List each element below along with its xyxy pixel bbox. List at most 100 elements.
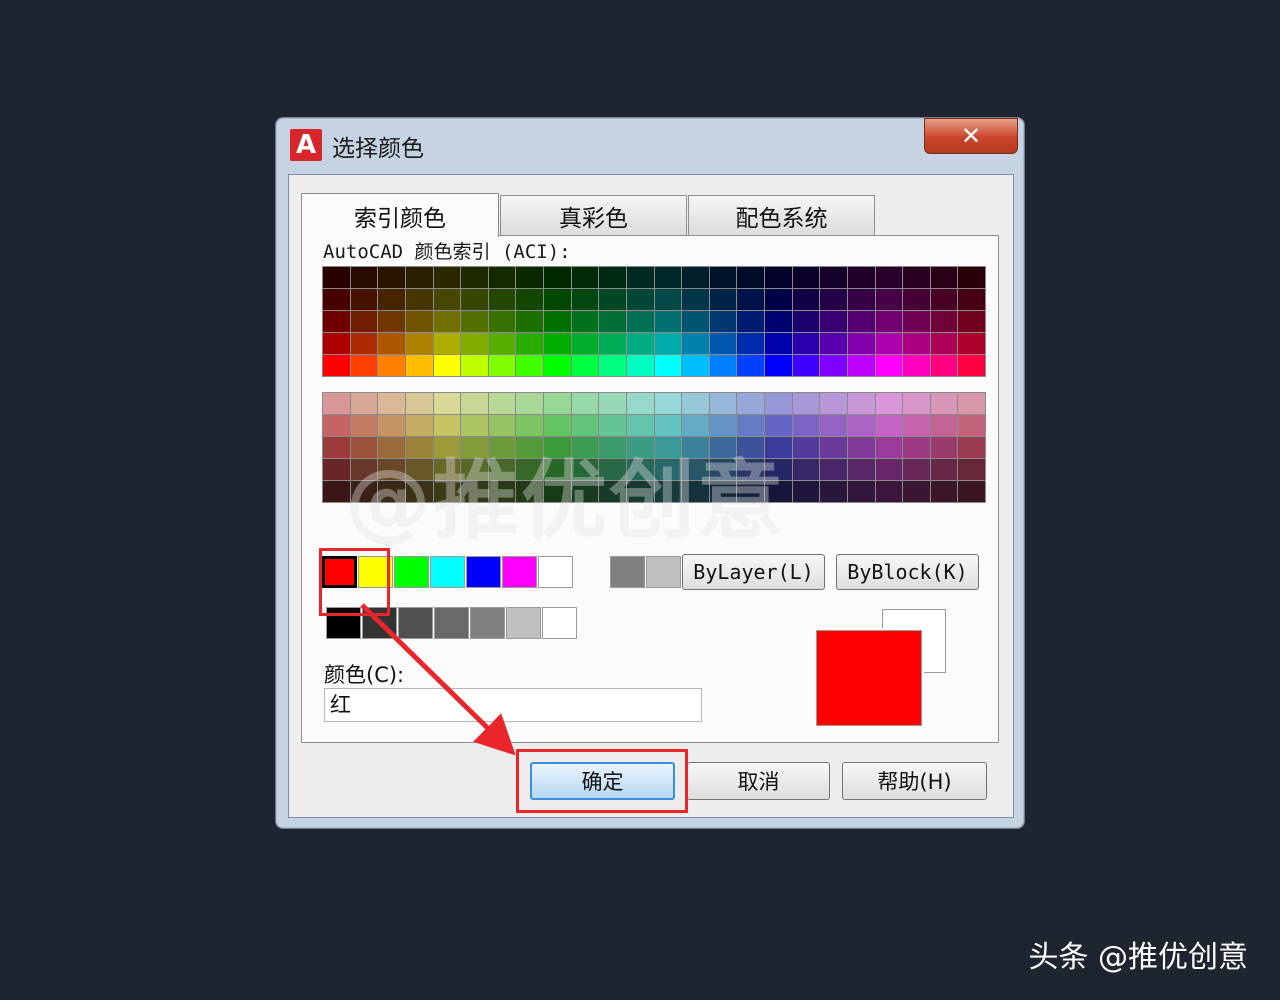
aci-cell[interactable] [544, 311, 571, 332]
aci-cell[interactable] [792, 311, 820, 332]
aci-cell[interactable] [709, 481, 737, 502]
aci-cell[interactable] [488, 333, 516, 354]
aci-cell[interactable] [765, 393, 792, 414]
aci-cell[interactable] [323, 481, 350, 502]
aci-cell[interactable] [488, 289, 516, 310]
aci-cell[interactable] [488, 311, 516, 332]
aci-cell[interactable] [378, 289, 405, 310]
aci-cell[interactable] [516, 393, 543, 414]
gray-color-swatch[interactable] [434, 607, 469, 639]
aci-cell[interactable] [488, 437, 516, 458]
aci-cell[interactable] [930, 437, 958, 458]
aci-cell[interactable] [765, 289, 792, 310]
aci-cell[interactable] [378, 459, 405, 480]
aci-cell[interactable] [847, 415, 875, 436]
aci-cell[interactable] [488, 393, 516, 414]
aci-cell[interactable] [461, 393, 488, 414]
aci-cell[interactable] [847, 481, 875, 502]
aci-cell[interactable] [709, 415, 737, 436]
aci-cell[interactable] [709, 333, 737, 354]
aci-cell[interactable] [516, 481, 543, 502]
aci-cell[interactable] [599, 459, 626, 480]
gray-color-swatch[interactable] [398, 607, 433, 639]
aci-cell[interactable] [433, 289, 461, 310]
aci-cell[interactable] [599, 437, 626, 458]
aci-cell[interactable] [350, 355, 378, 376]
aci-cell[interactable] [544, 289, 571, 310]
aci-cell[interactable] [958, 355, 985, 376]
aci-cell[interactable] [820, 481, 847, 502]
aci-cell[interactable] [626, 333, 654, 354]
aci-cell[interactable] [847, 355, 875, 376]
aci-cell[interactable] [544, 437, 571, 458]
aci-cell[interactable] [626, 415, 654, 436]
aci-cell[interactable] [930, 311, 958, 332]
aci-cell[interactable] [654, 437, 682, 458]
aci-cell[interactable] [461, 415, 488, 436]
aci-cell[interactable] [765, 267, 792, 288]
aci-cell[interactable] [599, 355, 626, 376]
aci-cell[interactable] [875, 393, 903, 414]
standard-color-swatch[interactable] [610, 556, 645, 588]
aci-cell[interactable] [654, 393, 682, 414]
standard-color-swatch[interactable] [646, 556, 681, 588]
aci-cell[interactable] [571, 289, 599, 310]
aci-cell[interactable] [765, 481, 792, 502]
aci-cell[interactable] [682, 289, 709, 310]
aci-cell[interactable] [323, 393, 350, 414]
aci-cell[interactable] [930, 267, 958, 288]
aci-cell[interactable] [350, 289, 378, 310]
aci-cell[interactable] [544, 333, 571, 354]
aci-cell[interactable] [516, 311, 543, 332]
aci-cell[interactable] [350, 311, 378, 332]
aci-cell[interactable] [654, 289, 682, 310]
aci-cell[interactable] [323, 459, 350, 480]
aci-cell[interactable] [626, 437, 654, 458]
aci-cell[interactable] [792, 415, 820, 436]
aci-cell[interactable] [737, 333, 764, 354]
aci-cell[interactable] [737, 355, 764, 376]
aci-cell[interactable] [599, 393, 626, 414]
aci-cell[interactable] [599, 415, 626, 436]
aci-cell[interactable] [875, 437, 903, 458]
aci-cell[interactable] [682, 481, 709, 502]
aci-cell[interactable] [461, 459, 488, 480]
aci-cell[interactable] [405, 289, 433, 310]
aci-cell[interactable] [820, 289, 847, 310]
aci-cell[interactable] [488, 481, 516, 502]
aci-cell[interactable] [903, 393, 930, 414]
aci-cell[interactable] [958, 289, 985, 310]
aci-cell[interactable] [571, 355, 599, 376]
aci-cell[interactable] [433, 415, 461, 436]
aci-cell[interactable] [709, 311, 737, 332]
aci-cell[interactable] [461, 267, 488, 288]
aci-cell[interactable] [350, 481, 378, 502]
aci-cell[interactable] [903, 415, 930, 436]
aci-cell[interactable] [765, 415, 792, 436]
aci-cell[interactable] [792, 481, 820, 502]
aci-cell[interactable] [820, 311, 847, 332]
aci-cell[interactable] [571, 267, 599, 288]
aci-cell[interactable] [654, 311, 682, 332]
aci-cell[interactable] [571, 311, 599, 332]
aci-cell[interactable] [903, 481, 930, 502]
aci-cell[interactable] [461, 481, 488, 502]
aci-cell[interactable] [875, 415, 903, 436]
aci-palette-top[interactable] [322, 266, 986, 377]
aci-cell[interactable] [405, 311, 433, 332]
aci-cell[interactable] [350, 393, 378, 414]
aci-cell[interactable] [378, 333, 405, 354]
aci-cell[interactable] [544, 355, 571, 376]
aci-cell[interactable] [820, 415, 847, 436]
aci-cell[interactable] [378, 481, 405, 502]
aci-cell[interactable] [682, 311, 709, 332]
aci-cell[interactable] [350, 267, 378, 288]
aci-cell[interactable] [737, 481, 764, 502]
aci-cell[interactable] [599, 481, 626, 502]
aci-cell[interactable] [461, 437, 488, 458]
aci-cell[interactable] [654, 459, 682, 480]
aci-cell[interactable] [433, 355, 461, 376]
aci-cell[interactable] [488, 459, 516, 480]
aci-cell[interactable] [654, 333, 682, 354]
cancel-button[interactable]: 取消 [687, 762, 830, 800]
